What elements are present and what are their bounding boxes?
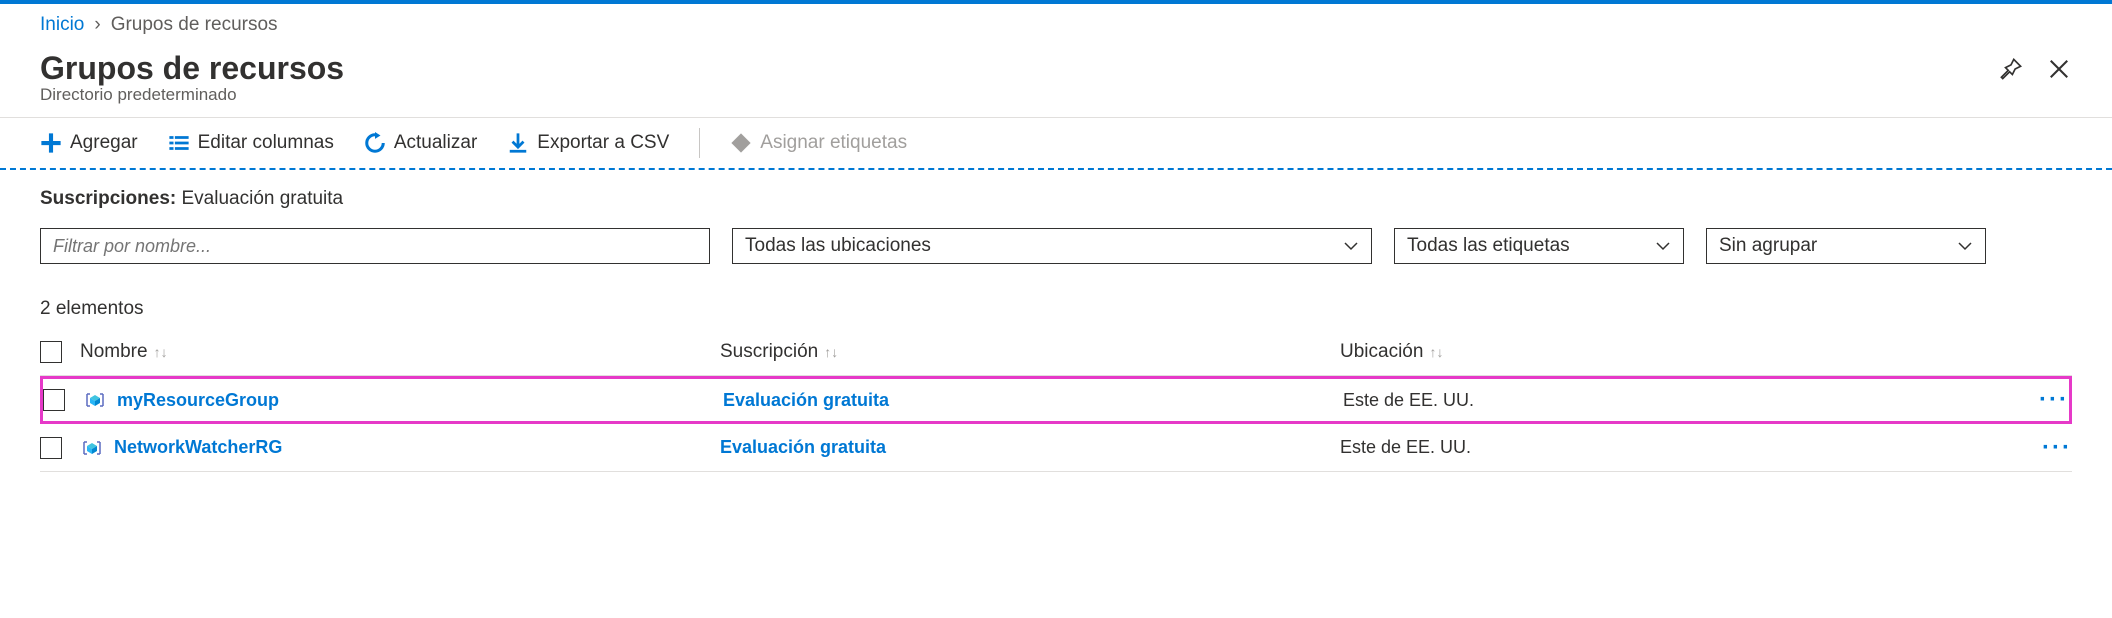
subscriptions-value: Evaluación gratuita [182, 188, 344, 209]
sort-icon: ↑↓ [154, 344, 168, 360]
table-header: Nombre ↑↓ Suscripción ↑↓ Ubicación ↑↓ [40, 328, 2072, 376]
breadcrumb-separator: › [94, 14, 100, 36]
refresh-button[interactable]: Actualizar [364, 132, 477, 154]
resource-group-table: Nombre ↑↓ Suscripción ↑↓ Ubicación ↑↓ my… [0, 328, 2112, 472]
chevron-down-icon [1343, 238, 1359, 254]
select-all-checkbox[interactable] [40, 341, 62, 363]
subscriptions-label: Suscripciones: [40, 188, 176, 209]
breadcrumb: Inicio › Grupos de recursos [0, 4, 2112, 44]
table-row: myResourceGroup Evaluación gratuita Este d… [40, 376, 2072, 424]
toolbar-divider [699, 128, 700, 158]
resource-group-icon [83, 388, 107, 412]
sort-icon: ↑↓ [1429, 344, 1443, 360]
locations-value: Todas las ubicaciones [745, 235, 931, 257]
resource-group-name-link[interactable]: myResourceGroup [117, 390, 279, 411]
chevron-down-icon [1655, 238, 1671, 254]
column-header-name[interactable]: Nombre ↑↓ [80, 341, 168, 363]
assign-tags-label: Asignar etiquetas [760, 132, 907, 154]
name-filter-input[interactable] [40, 228, 710, 264]
row-more-button[interactable]: ··· [2042, 434, 2072, 462]
item-count: 2 elementos [0, 264, 2112, 328]
breadcrumb-home-link[interactable]: Inicio [40, 14, 84, 36]
add-button[interactable]: Agregar [40, 132, 138, 154]
subscription-link[interactable]: Evaluación gratuita [723, 390, 889, 411]
table-row: NetworkWatcherRG Evaluación gratuita Este … [40, 424, 2072, 472]
location-text: Este de EE. UU. [1343, 390, 1474, 411]
page-title: Grupos de recursos [40, 50, 1998, 87]
subscription-link[interactable]: Evaluación gratuita [720, 437, 886, 458]
row-checkbox[interactable] [43, 389, 65, 411]
group-value: Sin agrupar [1719, 235, 1817, 257]
column-subscription-label: Suscripción [720, 341, 818, 363]
close-icon [2048, 58, 2070, 80]
blade-header: Grupos de recursos Directorio predetermi… [0, 44, 2112, 109]
edit-columns-label: Editar columnas [198, 132, 334, 154]
pin-button[interactable] [1998, 56, 2024, 82]
edit-columns-button[interactable]: Editar columnas [168, 132, 334, 154]
tags-value: Todas las etiquetas [1407, 235, 1570, 257]
location-text: Este de EE. UU. [1340, 437, 1471, 458]
chevron-down-icon [1957, 238, 1973, 254]
resource-group-icon [80, 436, 104, 460]
row-checkbox[interactable] [40, 437, 62, 459]
download-icon [507, 132, 529, 154]
filter-row: Todas las ubicaciones Todas las etiqueta… [0, 210, 2112, 264]
sort-icon: ↑↓ [824, 344, 838, 360]
breadcrumb-current: Grupos de recursos [111, 14, 278, 36]
column-location-label: Ubicación [1340, 341, 1423, 363]
locations-dropdown[interactable]: Todas las ubicaciones [732, 228, 1372, 264]
plus-icon [40, 132, 62, 154]
group-dropdown[interactable]: Sin agrupar [1706, 228, 1986, 264]
command-bar: Agregar Editar columnas Actualizar Expor… [0, 118, 2112, 170]
resource-group-name-link[interactable]: NetworkWatcherRG [114, 437, 282, 458]
assign-tags-button: Asignar etiquetas [730, 132, 907, 154]
page-subtitle: Directorio predeterminado [40, 85, 1998, 105]
add-label: Agregar [70, 132, 138, 154]
tag-icon [730, 132, 752, 154]
row-more-button[interactable]: ··· [2039, 386, 2069, 414]
export-csv-label: Exportar a CSV [537, 132, 669, 154]
columns-icon [168, 132, 190, 154]
tags-dropdown[interactable]: Todas las etiquetas [1394, 228, 1684, 264]
column-name-label: Nombre [80, 341, 148, 363]
refresh-icon [364, 132, 386, 154]
close-button[interactable] [2046, 56, 2072, 82]
column-header-location[interactable]: Ubicación ↑↓ [1340, 341, 1443, 363]
export-csv-button[interactable]: Exportar a CSV [507, 132, 669, 154]
column-header-subscription[interactable]: Suscripción ↑↓ [720, 341, 838, 363]
refresh-label: Actualizar [394, 132, 477, 154]
subscriptions-row: Suscripciones: Evaluación gratuita [0, 170, 2112, 210]
pin-icon [2000, 58, 2022, 80]
